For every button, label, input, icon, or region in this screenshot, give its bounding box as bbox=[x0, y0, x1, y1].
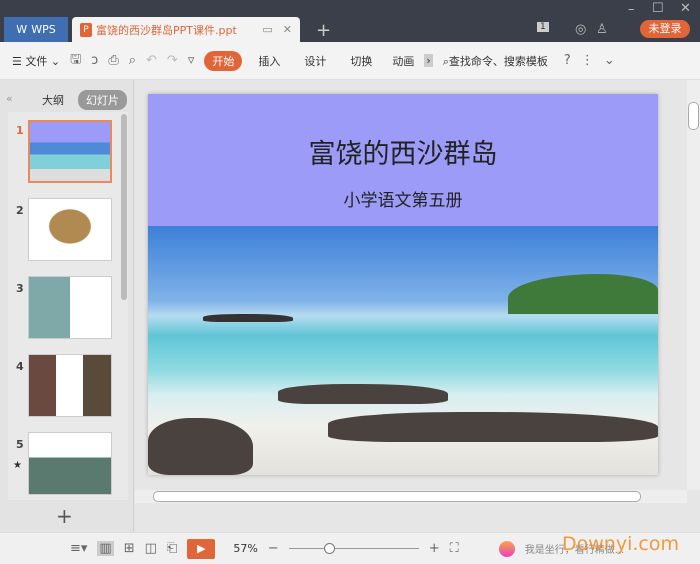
add-slide-button[interactable]: + bbox=[56, 504, 73, 528]
animation-star-icon: ★ bbox=[13, 460, 22, 471]
slide-thumbnail[interactable] bbox=[28, 354, 112, 417]
close-window-icon[interactable]: ✕ bbox=[680, 1, 691, 16]
notes-icon[interactable]: ≡▾ bbox=[70, 541, 87, 556]
horizontal-scrollbar[interactable] bbox=[135, 490, 687, 503]
vertical-scroll-thumb[interactable] bbox=[688, 102, 699, 130]
status-bar: ≡▾ ▥ ⊞ ◫ ⎗ ▶ 57% − + ⛶ 我是坐行，看行精做... Down… bbox=[0, 532, 700, 564]
minimize-icon[interactable]: – bbox=[628, 2, 635, 17]
slide[interactable]: 富饶的西沙群岛 小学语文第五册 bbox=[148, 94, 658, 475]
reading-view-icon[interactable]: ◫ bbox=[145, 541, 157, 556]
recording-icon[interactable]: ⎗ bbox=[167, 541, 177, 556]
collapse-panel-icon[interactable]: « bbox=[6, 92, 13, 105]
tab-animation[interactable]: 动画 bbox=[392, 53, 414, 69]
skin-icon[interactable]: ◎ bbox=[575, 22, 586, 37]
slide-thumbnail[interactable] bbox=[28, 432, 112, 495]
tab-start[interactable]: 开始 bbox=[204, 50, 243, 71]
slides-panel: « 大纲 幻灯片 1 2 3 4 5 ★ + bbox=[0, 80, 134, 532]
tab-design[interactable]: 设计 bbox=[304, 53, 326, 69]
tabs-scroll-right[interactable]: › bbox=[424, 54, 433, 67]
new-tab-button[interactable]: + bbox=[316, 20, 331, 41]
tab-transition[interactable]: 切换 bbox=[350, 53, 372, 69]
wps-logo-icon: W bbox=[16, 23, 28, 36]
slide-sorter-icon[interactable]: ⊞ bbox=[124, 541, 135, 556]
zoom-slider-handle[interactable] bbox=[324, 542, 336, 554]
collapse-ribbon-icon[interactable]: ⌄ bbox=[604, 53, 615, 68]
slide-subtitle[interactable]: 小学语文第五册 bbox=[148, 186, 658, 211]
slide-thumbnail[interactable] bbox=[28, 120, 112, 183]
panel-scrollbar[interactable] bbox=[121, 114, 127, 300]
close-tab-icon[interactable]: ✕ bbox=[283, 23, 292, 36]
zoom-level[interactable]: 57% bbox=[233, 542, 257, 555]
help-icon[interactable]: ? bbox=[564, 53, 571, 68]
format-painter-icon[interactable]: ↄ bbox=[91, 53, 98, 68]
float-window-icon[interactable]: ▭ bbox=[262, 23, 272, 36]
shirt-icon[interactable]: ♙ bbox=[596, 22, 608, 37]
tab-insert[interactable]: 插入 bbox=[258, 53, 280, 69]
more-icon[interactable]: ▿ bbox=[188, 53, 195, 68]
search-command[interactable]: ⌕查找命令、搜索模板 bbox=[443, 53, 548, 69]
slide-thumbnail[interactable] bbox=[28, 276, 112, 339]
print-preview-icon[interactable]: ⌕ bbox=[129, 53, 136, 68]
document-tab[interactable]: P 富饶的西沙群岛PPT课件.ppt ▭ ✕ bbox=[72, 17, 300, 42]
file-menu[interactable]: ☰ 文件 ⌄ bbox=[12, 53, 60, 69]
wps-home-tab[interactable]: W WPS bbox=[4, 17, 68, 42]
login-button[interactable]: 未登录 bbox=[640, 20, 690, 38]
toolbar: ☰ 文件 ⌄ 🖫 ↄ ⎙ ⌕ ↶ ↷ ▿ 开始 插入 设计 切换 动画 › ⌕查… bbox=[0, 42, 700, 80]
print-icon[interactable]: ⎙ bbox=[108, 53, 118, 68]
slide-thumbnail[interactable] bbox=[28, 198, 112, 261]
redo-icon[interactable]: ↷ bbox=[167, 53, 178, 68]
zoom-out-icon[interactable]: − bbox=[268, 541, 279, 556]
watermark: Downyi.com bbox=[562, 533, 679, 555]
more-options-icon[interactable]: ⋮ bbox=[581, 53, 594, 68]
play-slideshow-button[interactable]: ▶ bbox=[187, 538, 216, 559]
horizontal-scroll-thumb[interactable] bbox=[153, 491, 641, 502]
window-count-badge[interactable]: 1 bbox=[537, 22, 549, 32]
outline-tab[interactable]: 大纲 bbox=[42, 92, 64, 108]
zoom-slider[interactable] bbox=[288, 542, 419, 555]
document-tab-label: 富饶的西沙群岛PPT课件.ppt bbox=[96, 23, 237, 37]
assistant-icon[interactable] bbox=[498, 540, 515, 557]
title-bar: W WPS P 富饶的西沙群岛PPT课件.ppt ▭ ✕ + 1 ◎ ♙ 未登录 – ☐… bbox=[0, 0, 700, 42]
beach-image bbox=[148, 226, 658, 475]
undo-icon[interactable]: ↶ bbox=[146, 53, 157, 68]
slides-tab[interactable]: 幻灯片 bbox=[78, 90, 127, 110]
maximize-icon[interactable]: ☐ bbox=[652, 1, 664, 16]
zoom-in-icon[interactable]: + bbox=[429, 541, 440, 556]
vertical-scrollbar[interactable] bbox=[687, 80, 700, 490]
slide-title[interactable]: 富饶的西沙群岛 bbox=[148, 132, 658, 171]
normal-view-icon[interactable]: ▥ bbox=[97, 541, 114, 556]
fit-window-icon[interactable]: ⛶ bbox=[450, 541, 459, 556]
save-icon[interactable]: 🖫 bbox=[70, 50, 81, 72]
ppt-file-icon: P bbox=[80, 22, 92, 37]
